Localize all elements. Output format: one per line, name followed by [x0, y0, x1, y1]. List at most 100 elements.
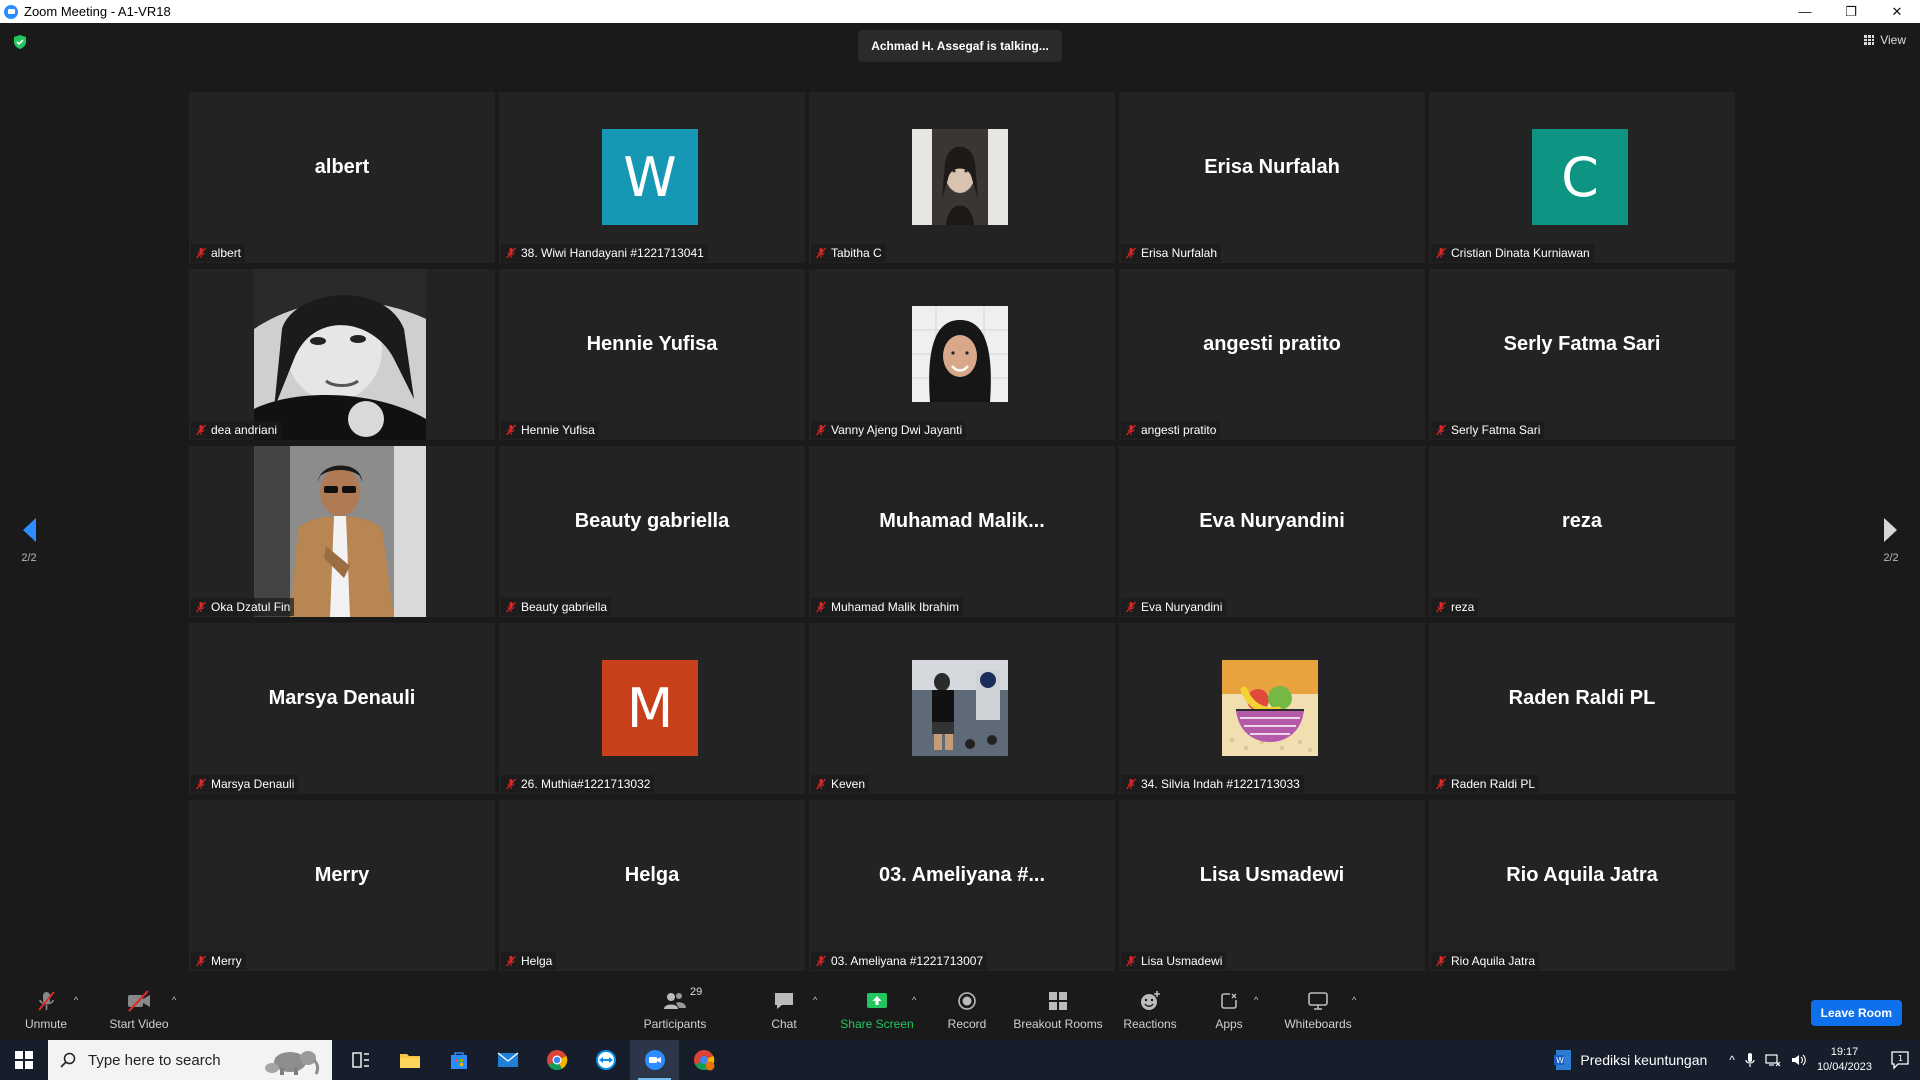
share-screen-icon	[867, 993, 887, 1008]
zoom-app-icon	[4, 4, 18, 19]
file-explorer-button[interactable]	[385, 1040, 434, 1080]
record-icon	[958, 992, 976, 1010]
participant-tile[interactable]: angesti pratito angesti pratito	[1119, 269, 1425, 440]
participant-tile[interactable]: Keven	[809, 623, 1115, 794]
participant-tile[interactable]: Rio Aquila Jatra Rio Aquila Jatra	[1429, 800, 1735, 971]
participant-tile[interactable]: Helga Helga	[499, 800, 805, 971]
participant-tile[interactable]: M 26. Muthia#1221713032	[499, 623, 805, 794]
participant-tile[interactable]: Raden Raldi PL Raden Raldi PL	[1429, 623, 1735, 794]
security-shield-icon[interactable]	[12, 34, 28, 50]
taskbar-pinned-apps	[336, 1040, 728, 1080]
participant-name-label: Erisa Nurfalah	[1141, 246, 1218, 260]
participant-display-name: Merry	[314, 864, 370, 886]
participant-tile[interactable]: Oka Dzatul Fin	[189, 446, 495, 617]
record-label: Record	[947, 1017, 987, 1031]
zoom-taskbar-button[interactable]	[630, 1040, 679, 1080]
participant-tile[interactable]: Hennie Yufisa Hennie Yufisa	[499, 269, 805, 440]
meeting-toolbar: Unmute ^ Start Video ^ Participants 29 C…	[0, 980, 1920, 1040]
breakout-rooms-button[interactable]: Breakout Rooms	[1012, 980, 1104, 1040]
participant-name-label: angesti pratito	[1141, 423, 1217, 437]
page-indicator-right: 2/2	[1883, 552, 1899, 564]
previous-page-button[interactable]: 2/2	[14, 516, 44, 576]
participant-tile[interactable]: 03. Ameliyana #... 03. Ameliyana #1221713…	[809, 800, 1115, 971]
mail-envelope-icon	[497, 1052, 518, 1067]
reactions-button[interactable]: Reactions	[1120, 980, 1180, 1040]
participant-name-label: Cristian Dinata Kurniawan	[1451, 246, 1590, 260]
whiteboards-options-caret[interactable]: ^	[1352, 995, 1356, 1005]
participant-name-label: reza	[1451, 600, 1475, 614]
close-button[interactable]: ✕	[1874, 0, 1920, 23]
search-icon	[60, 1052, 76, 1068]
participant-tile[interactable]: reza reza	[1429, 446, 1735, 617]
chrome-profile-button[interactable]	[679, 1040, 728, 1080]
folder-icon	[399, 1054, 420, 1068]
unmute-button[interactable]: Unmute	[22, 980, 70, 1040]
chat-button[interactable]: Chat	[762, 980, 806, 1040]
open-document-button[interactable]: W Prediksi keuntungan	[1554, 1049, 1707, 1071]
apps-label: Apps	[1215, 1017, 1243, 1031]
participant-tile[interactable]: Marsya Denauli Marsya Denauli	[189, 623, 495, 794]
show-hidden-icons-caret[interactable]: ^	[1729, 1053, 1735, 1067]
mail-button[interactable]	[483, 1040, 532, 1080]
participant-tile[interactable]: Lisa Usmadewi Lisa Usmadewi	[1119, 800, 1425, 971]
share-screen-button[interactable]: Share Screen	[836, 980, 918, 1040]
volume-icon[interactable]	[1791, 1053, 1807, 1067]
participant-display-name: Helga	[624, 864, 680, 886]
start-video-button[interactable]: Start Video	[106, 980, 172, 1040]
view-button[interactable]: View	[1864, 33, 1906, 47]
teamviewer-button[interactable]	[581, 1040, 630, 1080]
whiteboards-label: Whiteboards	[1284, 1017, 1352, 1031]
muted-microphone-icon	[1436, 955, 1446, 967]
participant-tile[interactable]: C Cristian Dinata Kurniawan	[1429, 92, 1735, 263]
apps-options-caret[interactable]: ^	[1254, 995, 1258, 1005]
apps-button[interactable]: Apps	[1208, 980, 1250, 1040]
restore-button[interactable]: ❐	[1828, 0, 1874, 23]
participant-tile[interactable]: Merry Merry	[189, 800, 495, 971]
participant-tile[interactable]: Eva Nuryandini Eva Nuryandini	[1119, 446, 1425, 617]
record-button[interactable]: Record	[942, 980, 992, 1040]
participant-tile[interactable]: Beauty gabriella Beauty gabriella	[499, 446, 805, 617]
taskbar-search-box[interactable]: Type here to search	[48, 1040, 332, 1080]
participant-tile[interactable]: Erisa Nurfalah Erisa Nurfalah	[1119, 92, 1425, 263]
chat-options-caret[interactable]: ^	[813, 995, 817, 1005]
participant-avatar: M	[602, 660, 698, 756]
participant-tile[interactable]: Serly Fatma Sari Serly Fatma Sari	[1429, 269, 1735, 440]
participant-name-label: Rio Aquila Jatra	[1451, 954, 1536, 968]
task-view-button[interactable]	[336, 1040, 385, 1080]
participant-profile-photo	[254, 446, 426, 617]
muted-microphone-icon	[506, 778, 516, 790]
participant-tile[interactable]: dea andriani	[189, 269, 495, 440]
participant-tile[interactable]: W 38. Wiwi Handayani #1221713041	[499, 92, 805, 263]
participant-tile[interactable]: 34. Silvia Indah #1221713033	[1119, 623, 1425, 794]
audio-options-caret[interactable]: ^	[74, 995, 78, 1005]
participant-nameplate: angesti pratito	[1121, 421, 1221, 439]
microsoft-store-button[interactable]	[434, 1040, 483, 1080]
whiteboards-button[interactable]: Whiteboards	[1282, 980, 1354, 1040]
muted-microphone-icon	[1126, 955, 1136, 967]
leave-room-button[interactable]: Leave Room	[1810, 1000, 1902, 1026]
arrow-right-icon	[1884, 518, 1897, 542]
participant-tile[interactable]: Muhamad Malik... Muhamad Malik Ibrahim	[809, 446, 1115, 617]
participant-tile[interactable]: Vanny Ajeng Dwi Jayanti	[809, 269, 1115, 440]
taskbar-clock[interactable]: 19:17 10/04/2023	[1817, 1045, 1872, 1075]
participant-nameplate: 03. Ameliyana #1221713007	[811, 952, 988, 970]
notification-center-button[interactable]: 1	[1886, 1040, 1914, 1080]
mic-tray-icon[interactable]	[1745, 1052, 1755, 1068]
windows-logo-icon	[15, 1051, 33, 1069]
participant-avatar: W	[602, 129, 698, 225]
start-button[interactable]	[0, 1040, 48, 1080]
chrome-button[interactable]	[532, 1040, 581, 1080]
participant-tile[interactable]: Tabitha C	[809, 92, 1115, 263]
network-icon[interactable]	[1765, 1053, 1781, 1067]
video-options-caret[interactable]: ^	[172, 995, 176, 1005]
participant-nameplate: albert	[191, 244, 246, 262]
participant-name-label: 26. Muthia#1221713032	[521, 777, 651, 791]
minimize-button[interactable]: —	[1782, 0, 1828, 23]
participant-name-label: Beauty gabriella	[521, 600, 608, 614]
reactions-smiley-icon	[1141, 991, 1160, 1010]
participant-name-label: albert	[211, 246, 242, 260]
share-options-caret[interactable]: ^	[912, 995, 916, 1005]
participants-icon	[664, 993, 686, 1009]
next-page-button[interactable]: 2/2	[1876, 516, 1906, 576]
participant-tile[interactable]: albert albert	[189, 92, 495, 263]
